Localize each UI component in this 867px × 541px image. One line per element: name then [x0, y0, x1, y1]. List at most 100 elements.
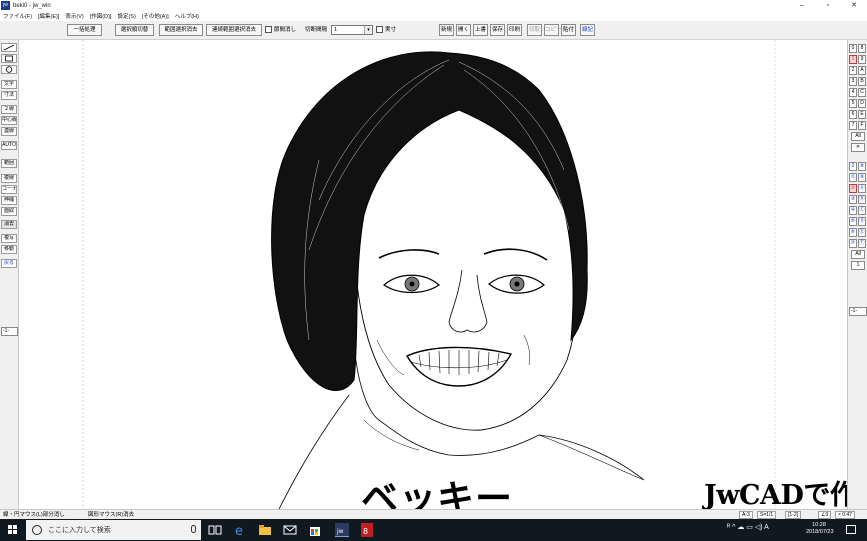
close-button[interactable]: ✕ [841, 0, 867, 11]
layer-group-6[interactable]: 6 [849, 110, 857, 119]
layer-4[interactable]: ④ [849, 206, 857, 215]
layer-a[interactable]: Ⓐ [858, 184, 866, 193]
save-button[interactable]: 保存 [490, 24, 505, 36]
new-button[interactable]: 新規 [439, 24, 454, 36]
continuous-range-erase-button[interactable]: 連続範囲選択消去 [206, 24, 262, 36]
copy-button[interactable]: コピー [544, 24, 562, 36]
angle-indicator[interactable]: ∠0 [818, 511, 832, 519]
batch-process-button[interactable]: 一括処理 [67, 24, 102, 36]
jwcad-app-icon[interactable]: jw [335, 523, 349, 537]
minimize-button[interactable]: – [789, 0, 815, 11]
maximize-button[interactable]: ▫ [815, 0, 841, 11]
layer-b[interactable]: Ⓑ [858, 195, 866, 204]
task-view-icon[interactable] [208, 523, 222, 537]
layer-8[interactable]: ⑧ [858, 162, 866, 171]
dimension-tool-button[interactable]: 寸法 [1, 91, 17, 100]
menu-other[interactable]: [その他(A)] [142, 12, 169, 20]
menu-file[interactable]: ファイル(F) [3, 12, 32, 20]
layer-2[interactable]: ② [849, 184, 857, 193]
range-erase-button[interactable]: 範囲選択消去 [159, 24, 203, 36]
layer-f[interactable]: Ⓕ [858, 239, 866, 248]
actual-size-checkbox[interactable] [376, 26, 383, 33]
layer-all-button[interactable]: All [851, 250, 865, 259]
layer-group-9[interactable]: 9 [858, 55, 866, 64]
microphone-icon[interactable] [191, 525, 196, 533]
menu-edit[interactable]: [編集(E)] [38, 12, 59, 20]
layer-group-3[interactable]: 3 [849, 77, 857, 86]
layer-group-all-button[interactable]: All [851, 132, 865, 141]
mail-icon[interactable] [283, 523, 297, 537]
layer-group-d[interactable]: D [858, 99, 866, 108]
zoom-indicator[interactable]: × 0.47 [835, 511, 856, 519]
node-erase-checkbox[interactable] [265, 26, 272, 33]
rect-tool-button[interactable] [1, 54, 17, 63]
layer-group-c[interactable]: C [858, 88, 866, 97]
stretch-tool-button[interactable]: 伸縮 [1, 196, 17, 205]
menu-settings[interactable]: 設定(S) [117, 12, 135, 20]
paste-button[interactable]: 貼付 [561, 24, 576, 36]
layer-7[interactable]: ⑦ [849, 239, 857, 248]
overwrite-button[interactable]: 上書 [473, 24, 488, 36]
layer-group-0[interactable]: 0 [849, 44, 857, 53]
undo-tool-button[interactable]: 戻る [1, 259, 17, 268]
multi-line-tool-button[interactable]: 複線 [1, 174, 17, 183]
auto-mode-button[interactable]: AUTO [1, 141, 17, 150]
erase-tool-button[interactable]: 消去 [1, 220, 17, 229]
open-button[interactable]: 開く [456, 24, 471, 36]
menu-view[interactable]: 表示(V) [65, 12, 83, 20]
layer-group-7[interactable]: 7 [849, 121, 857, 130]
circle-tool-button[interactable] [1, 65, 17, 74]
layer-one-button[interactable]: 1 [851, 261, 865, 270]
print-button[interactable]: 印刷 [507, 24, 522, 36]
notification-center-icon[interactable] [846, 525, 856, 534]
layer-9[interactable]: ⑨ [858, 173, 866, 182]
layer-5[interactable]: ⑤ [849, 217, 857, 226]
text-tool-button[interactable]: 文字 [1, 80, 17, 89]
move-tool-button[interactable]: 移動 [1, 245, 17, 254]
right-step-indicator[interactable]: -1- [849, 307, 867, 316]
layer-group-5[interactable]: 5 [849, 99, 857, 108]
select-order-toggle-button[interactable]: 選択順切替 [115, 24, 154, 36]
layer-0[interactable]: 0 [849, 162, 857, 171]
layer-group-8[interactable]: 8 [858, 44, 866, 53]
layer-6[interactable]: ⑥ [849, 228, 857, 237]
layer-group-e[interactable]: E [858, 110, 866, 119]
layer-group-f[interactable]: F [858, 121, 866, 130]
chamfer-tool-button[interactable]: 面取 [1, 207, 17, 216]
cut-interval-select[interactable]: 1 ▾ [331, 25, 373, 35]
taskbar-search-box[interactable]: ここに入力して検索 [26, 520, 201, 540]
windows-start-icon[interactable] [8, 525, 18, 535]
layer-indicator[interactable]: [1-2] [785, 511, 802, 519]
double-line-tool-button[interactable]: ２線 [1, 105, 17, 114]
system-tray-icons[interactable]: ᴿ ^ ☁ ▭ ◁) A [727, 523, 769, 531]
layer-group-a[interactable]: A [858, 66, 866, 75]
range-tool-button[interactable]: 範囲 [1, 159, 17, 168]
copy-tool-button[interactable]: 複写 [1, 234, 17, 243]
layer-group-4[interactable]: 4 [849, 88, 857, 97]
paper-size-indicator[interactable]: A-3 [739, 511, 753, 519]
cut-button[interactable]: 切取 [527, 24, 542, 36]
chevron-down-icon[interactable]: ▾ [364, 26, 372, 34]
connect-line-tool-button[interactable]: 連線 [1, 127, 17, 136]
menu-draw[interactable]: [作図(D)] [90, 12, 112, 20]
corner-tool-button[interactable]: コーナー [1, 185, 17, 194]
redraw-button[interactable]: 線記 [580, 24, 595, 36]
layer-e[interactable]: Ⓔ [858, 228, 866, 237]
layer-group-b[interactable]: B [858, 77, 866, 86]
layer-3[interactable]: ③ [849, 195, 857, 204]
layer-d[interactable]: Ⓓ [858, 217, 866, 226]
layer-group-1[interactable]: 1 [849, 55, 857, 64]
pdf-app-icon[interactable]: 8 [360, 523, 374, 537]
taskbar-clock[interactable]: 10:28 2018/07/23 [806, 522, 834, 536]
edge-browser-icon[interactable]: e [234, 523, 248, 537]
scale-indicator[interactable]: S=1/1 [757, 511, 777, 519]
file-explorer-icon[interactable] [258, 523, 272, 537]
layer-group-x-button[interactable]: ✕ [851, 143, 865, 152]
store-icon[interactable] [308, 523, 322, 537]
menu-help[interactable]: ヘルプ(H) [175, 12, 199, 20]
drawing-canvas[interactable]: ベッキー JwCADで作図 [19, 40, 847, 509]
layer-c[interactable]: Ⓒ [858, 206, 866, 215]
left-step-indicator[interactable]: -1- [1, 327, 18, 336]
layer-1[interactable]: ① [849, 173, 857, 182]
layer-group-2[interactable]: 2 [849, 66, 857, 75]
